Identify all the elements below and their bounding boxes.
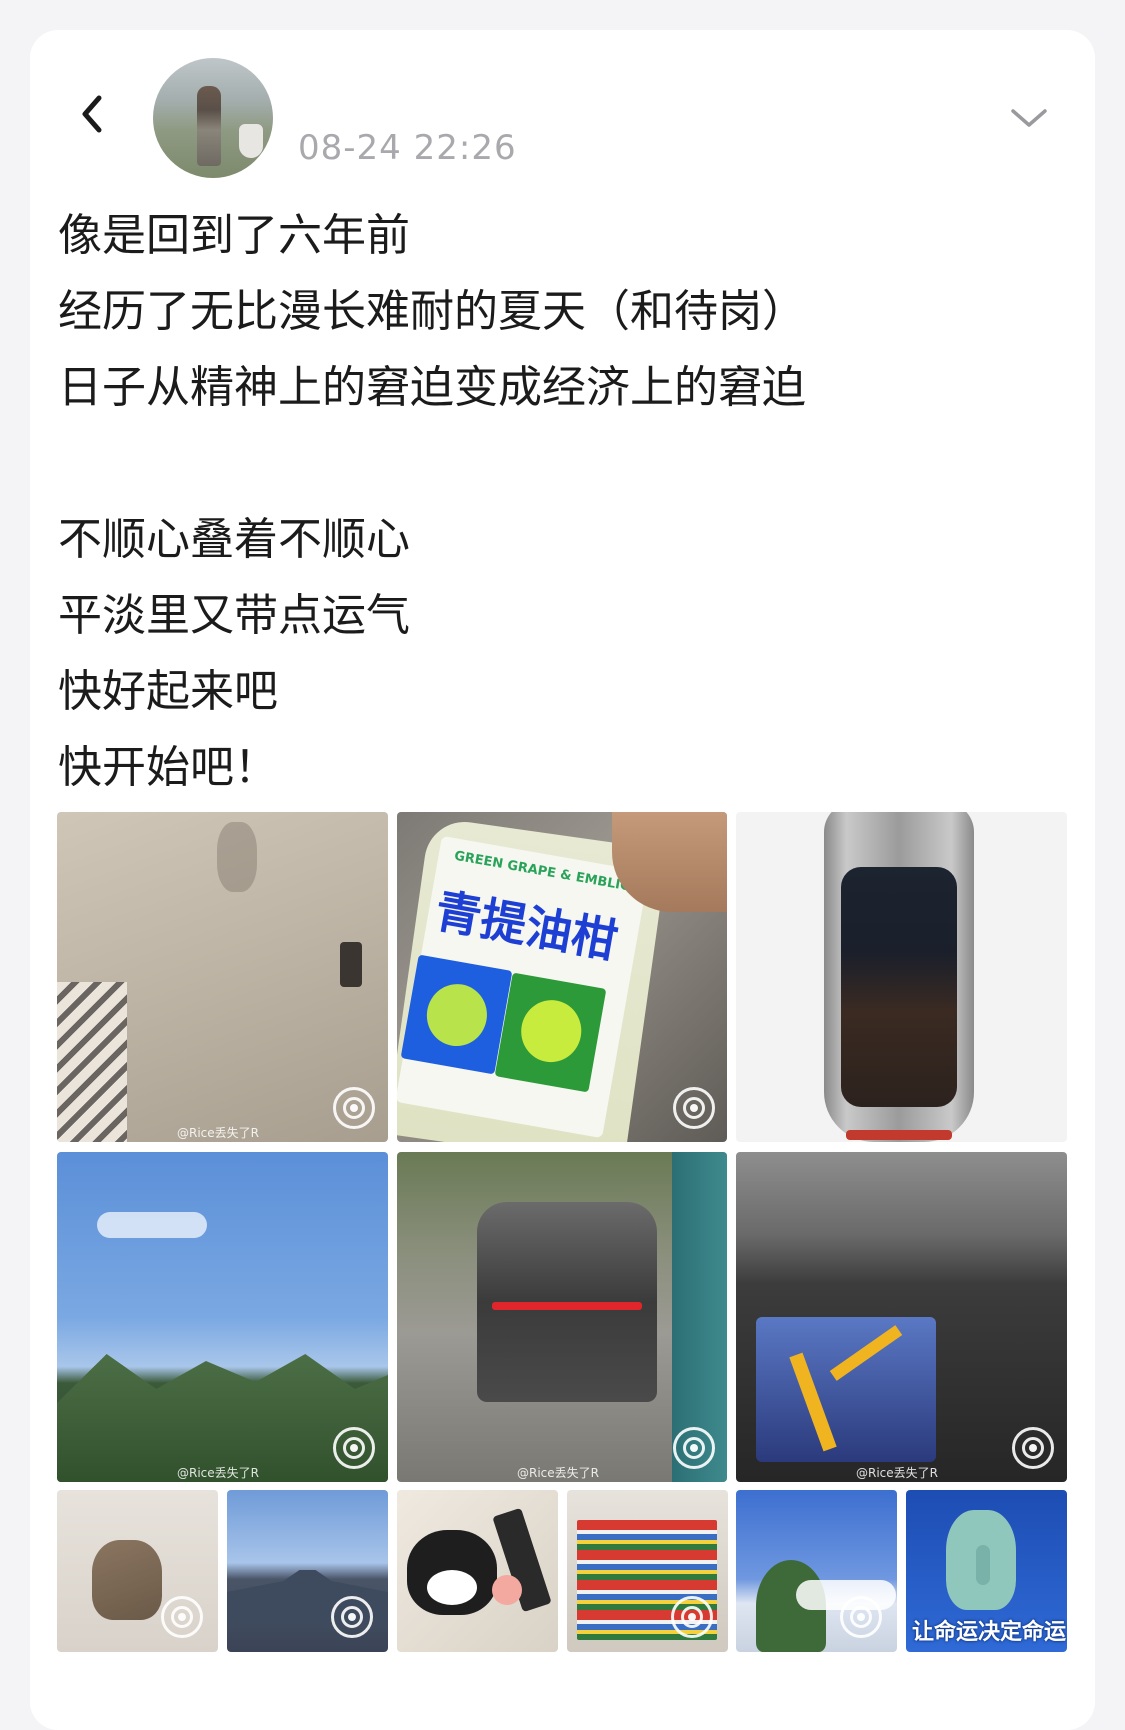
live-photo-icon[interactable]	[840, 1596, 882, 1638]
avatar-flowerpot	[239, 124, 263, 158]
post-line: 平淡里又带点运气	[58, 590, 410, 641]
post-line: 不顺心叠着不顺心	[58, 514, 410, 565]
squidward-nose	[976, 1545, 990, 1585]
post-line: 快开始吧！	[58, 742, 278, 793]
post-line: 像是回到了六年前	[58, 210, 410, 261]
cloud	[97, 1212, 207, 1238]
photo-book-stacks[interactable]	[567, 1490, 728, 1652]
nav-screen	[756, 1317, 936, 1462]
photo-car-topview[interactable]	[736, 812, 1067, 1142]
live-photo-icon[interactable]	[331, 1596, 373, 1638]
rug-cat	[407, 1530, 497, 1615]
emblic-illustration	[494, 972, 607, 1093]
car-interior	[841, 867, 957, 1107]
chevron-down-icon	[1011, 109, 1047, 127]
watermark: @Rice丢失了R	[177, 1466, 259, 1480]
photo-cat-rug[interactable]	[397, 1490, 558, 1652]
back-button[interactable]	[62, 78, 122, 150]
peach-ball	[492, 1575, 522, 1605]
photo-cat-floor[interactable]	[57, 1490, 218, 1652]
photo-car-navigation[interactable]: @Rice丢失了R	[736, 1152, 1067, 1482]
live-photo-icon[interactable]	[671, 1596, 713, 1638]
photo-tree-sky[interactable]	[736, 1490, 897, 1652]
live-photo-icon[interactable]	[673, 1427, 715, 1469]
photo-wall-hook[interactable]: @Rice丢失了R	[57, 812, 388, 1142]
post-body: 像是回到了六年前 经历了无比漫长难耐的夏天（和待岗） 日子从精神上的窘迫变成经济…	[58, 198, 1048, 806]
meme-caption: 让命运决定命运	[912, 1620, 1067, 1645]
post-line: 经历了无比漫长难耐的夏天（和待岗）	[58, 286, 806, 337]
post-line: 快好起来吧	[58, 666, 278, 717]
watermark: @Rice丢失了R	[856, 1466, 938, 1480]
photo-drink-bottle[interactable]: GREEN GRAPE & EMBLIC 青提油柑	[397, 812, 727, 1142]
wall-hook	[340, 942, 362, 987]
photo-sky-mountain[interactable]: @Rice丢失了R	[57, 1152, 388, 1482]
photo-street-car[interactable]: @Rice丢失了R	[397, 1152, 727, 1482]
car-lights	[846, 1130, 952, 1140]
live-photo-icon[interactable]	[1012, 1427, 1054, 1469]
live-photo-icon[interactable]	[333, 1087, 375, 1129]
more-options-button[interactable]	[1005, 100, 1053, 136]
post-timestamp: 08-24 22:26	[298, 128, 517, 168]
photo-building-sky[interactable]	[227, 1490, 388, 1652]
grape-illustration	[400, 954, 513, 1075]
cat	[92, 1540, 162, 1620]
watermark: @Rice丢失了R	[177, 1126, 259, 1140]
live-photo-icon[interactable]	[161, 1596, 203, 1638]
avatar-figure	[197, 86, 221, 166]
chevron-left-icon	[82, 95, 102, 133]
photo-meme-squidward[interactable]: 让命运决定命运	[906, 1490, 1067, 1652]
post-line: 日子从精神上的窘迫变成经济上的窘迫	[58, 362, 806, 413]
live-photo-icon[interactable]	[673, 1087, 715, 1129]
wall-stain	[217, 822, 257, 892]
car-taillight	[492, 1302, 642, 1310]
live-photo-icon[interactable]	[333, 1427, 375, 1469]
avatar[interactable]	[153, 58, 273, 178]
watermark: @Rice丢失了R	[517, 1466, 599, 1480]
wall-fabric	[57, 982, 127, 1142]
